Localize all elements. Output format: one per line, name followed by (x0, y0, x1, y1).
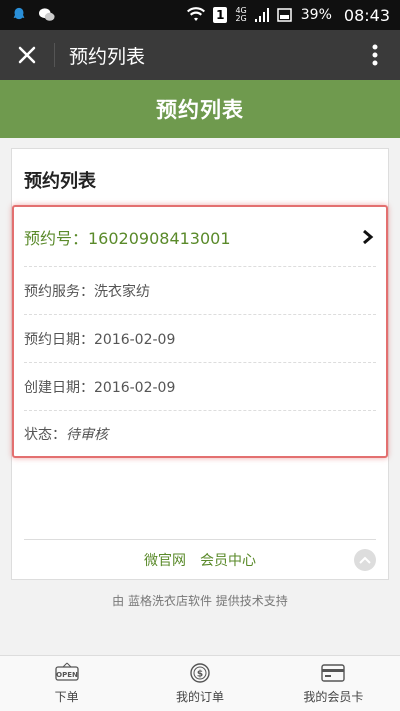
status-label: 状态： (24, 426, 66, 443)
more-menu-button[interactable] (350, 30, 400, 80)
clock: 08:43 (343, 5, 390, 25)
status-row: 状态： 待审核 (24, 411, 376, 456)
tab-place-order[interactable]: OPEN 下单 (0, 656, 133, 711)
tech-support-text: 由 蓝格洗衣店软件 提供技术支持 (112, 594, 288, 608)
bottom-tab-bar: OPEN 下单 $ 我的订单 我的会员卡 (0, 655, 400, 711)
tab-label: 我的会员卡 (303, 690, 364, 704)
tab-label: 我的订单 (175, 690, 224, 704)
nav-title: 预约列表 (69, 45, 146, 68)
appointment-date-row: 预约日期：2016-02-09 (24, 315, 376, 363)
scroll-top-button[interactable] (354, 549, 376, 571)
appointment-number-row[interactable]: 预约号：16020908413001 (24, 207, 376, 267)
nav-bar: 预约列表 (0, 30, 400, 80)
appointment-number: 预约号：16020908413001 (24, 228, 231, 248)
status-value: 待审核 (66, 426, 108, 443)
battery-percent: 39% (300, 7, 332, 23)
official-site-link[interactable]: 微官网 (144, 550, 186, 570)
tab-my-orders[interactable]: $ 我的订单 (133, 656, 266, 711)
battery-icon (277, 8, 292, 22)
more-vertical-icon (372, 44, 378, 66)
created-date: 创建日期：2016-02-09 (24, 379, 176, 396)
appointment-date: 预约日期：2016-02-09 (24, 331, 176, 348)
card-icon (321, 664, 346, 682)
network-indicator: 4G 2G (235, 6, 247, 23)
wechat-icon (39, 8, 55, 21)
card-footer: 微官网 会员中心 (24, 539, 376, 579)
close-icon (18, 46, 36, 64)
appointment-item[interactable]: 预约号：16020908413001 预约服务：洗衣家纺 预约日期：2016-0… (12, 205, 388, 458)
chevron-up-icon (359, 556, 371, 564)
appointment-service: 预约服务：洗衣家纺 (24, 283, 150, 300)
svg-text:$: $ (197, 670, 203, 680)
open-sign-icon: OPEN (55, 662, 79, 681)
dollar-coin-icon: $ (190, 663, 210, 683)
wifi-icon (187, 7, 206, 21)
close-button[interactable] (0, 30, 54, 80)
tab-my-member-card[interactable]: 我的会员卡 (267, 656, 400, 711)
sim-indicator: 1 (213, 7, 228, 23)
member-center-link[interactable]: 会员中心 (200, 550, 256, 570)
qq-icon (13, 7, 25, 20)
chevron-right-icon[interactable] (362, 229, 374, 245)
status-bar: 1 4G 2G 39% 08:43 (0, 0, 400, 30)
nav-divider (54, 43, 55, 67)
appointment-service-row: 预约服务：洗衣家纺 (24, 267, 376, 315)
page-header: 预约列表 (0, 80, 400, 138)
tab-label: 下单 (54, 690, 79, 704)
created-date-row: 创建日期：2016-02-09 (24, 363, 376, 411)
svg-text:OPEN: OPEN (56, 671, 78, 679)
appointment-card: 预约列表 预约号：16020908413001 预约服务：洗衣家纺 预约日期：2… (11, 148, 389, 580)
signal-icon (254, 8, 269, 22)
card-title: 预约列表 (24, 171, 96, 192)
